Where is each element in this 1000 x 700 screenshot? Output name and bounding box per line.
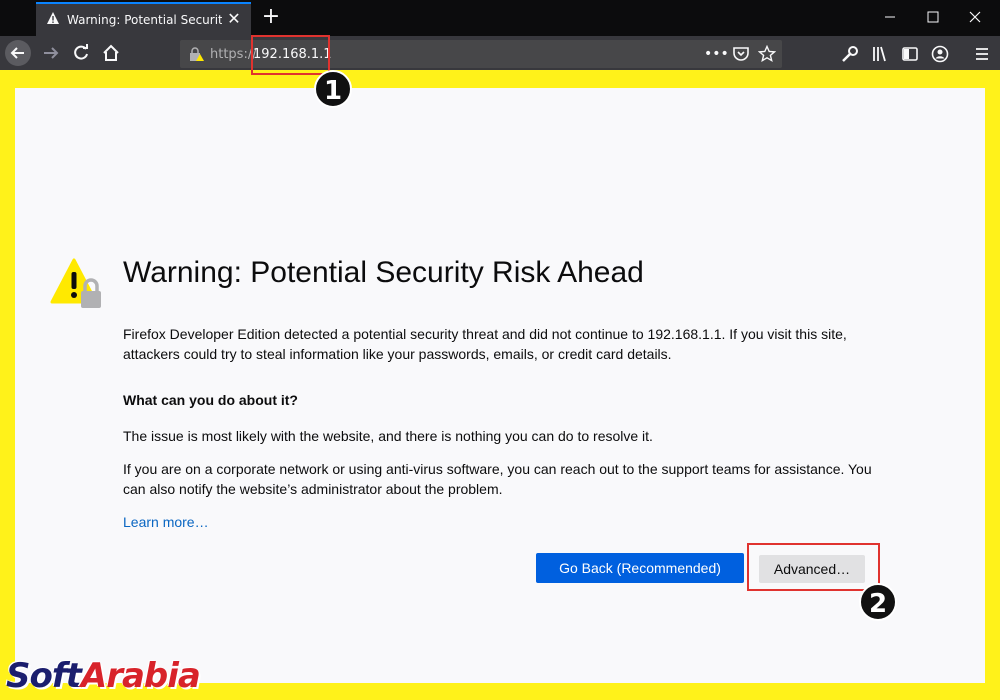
explanation-text: The issue is most likely with the websit…: [123, 428, 653, 444]
pocket-icon[interactable]: [732, 45, 750, 63]
plus-icon[interactable]: +: [260, 6, 282, 28]
tab-strip: Warning: Potential Security Risk Ahead ✕…: [0, 0, 1000, 36]
close-icon[interactable]: ✕: [225, 10, 243, 28]
navigation-toolbar: https:// 192.168.1.1 •••: [0, 36, 1000, 70]
account-icon[interactable]: [930, 44, 950, 64]
forward-icon[interactable]: [38, 40, 64, 66]
subheading: What can you do about it?: [123, 392, 298, 408]
close-window-icon[interactable]: [960, 6, 990, 28]
lock-warning-icon[interactable]: [188, 46, 204, 62]
url-protocol: https://: [210, 47, 257, 62]
support-text: If you are on a corporate network or usi…: [123, 461, 872, 497]
annotation-step-1: 1: [314, 70, 352, 108]
back-icon[interactable]: [4, 39, 32, 67]
warning-icon: [47, 12, 59, 24]
menu-icon[interactable]: [972, 44, 992, 64]
page-title: Warning: Potential Security Risk Ahead: [123, 256, 644, 289]
tab-title: Warning: Potential Security Risk Ahead: [67, 13, 222, 27]
star-icon[interactable]: [758, 45, 776, 63]
watermark-part1: Soft: [6, 656, 82, 696]
minimize-icon[interactable]: [875, 6, 905, 28]
error-page: Warning: Potential Security Risk Ahead F…: [15, 88, 985, 683]
sidebar-icon[interactable]: [900, 44, 920, 64]
go-back-button[interactable]: Go Back (Recommended): [536, 553, 744, 583]
intro-text: Firefox Developer Edition detected a pot…: [123, 326, 847, 362]
learn-more-link[interactable]: Learn more…: [123, 514, 209, 530]
warning-icon: [50, 258, 101, 308]
library-icon[interactable]: [870, 44, 890, 64]
maximize-icon[interactable]: [918, 6, 948, 28]
annotation-box-url: [251, 35, 330, 75]
annotation-box-advanced: [747, 543, 880, 591]
watermark-part2: Arabia: [80, 656, 201, 696]
wrench-icon[interactable]: [840, 44, 860, 64]
reload-icon[interactable]: [68, 40, 94, 66]
more-icon[interactable]: •••: [704, 45, 729, 63]
watermark-logo: SoftArabia: [6, 656, 201, 696]
home-icon[interactable]: [98, 40, 124, 66]
tab-active[interactable]: Warning: Potential Security Risk Ahead ✕: [36, 2, 251, 36]
annotation-step-2: 2: [859, 583, 897, 621]
